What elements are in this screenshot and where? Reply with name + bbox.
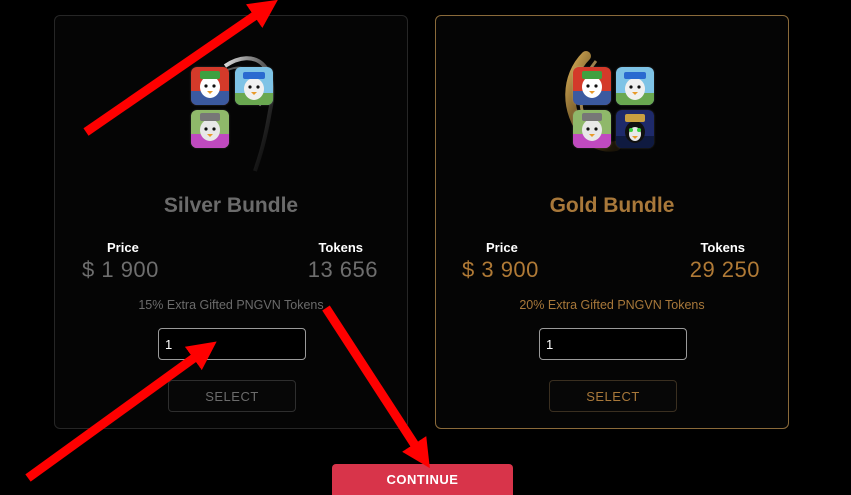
bundle-selection-page: Silver Bundle Price Tokens $ 1 900 13 65…	[0, 0, 851, 495]
gold-bundle-card[interactable]: Gold Bundle Price Tokens $ 3 900 29 250 …	[435, 15, 789, 429]
price-value: $ 1 900	[82, 257, 159, 282]
silver-swirl-icon	[214, 56, 275, 172]
gold-quantity-input[interactable]	[539, 328, 687, 360]
tokens-value: 13 656	[307, 257, 378, 282]
nft-avatar-icon	[616, 110, 654, 148]
silver-bundle-card[interactable]: Silver Bundle Price Tokens $ 1 900 13 65…	[54, 15, 408, 429]
bundle-title: Gold Bundle	[549, 194, 675, 217]
tokens-label: Tokens	[700, 240, 745, 255]
gold-swirl-icon	[565, 51, 621, 152]
nft-avatar-icon	[573, 110, 611, 148]
tokens-label: Tokens	[318, 240, 363, 255]
price-label: Price	[486, 240, 518, 255]
nft-avatar-icon	[191, 67, 229, 105]
bundle-title: Silver Bundle	[163, 194, 299, 217]
silver-bundle-art	[55, 16, 407, 186]
tokens-value: 29 250	[689, 257, 760, 282]
nft-avatar-icon	[235, 67, 273, 105]
nft-avatar-icon	[191, 110, 229, 148]
extra-tokens-text: 20% Extra Gifted PNGVN Tokens	[519, 298, 705, 312]
price-value: $ 3 900	[462, 257, 539, 282]
nft-avatar-icon	[616, 67, 654, 105]
gold-bundle-art	[436, 16, 788, 186]
extra-tokens-text: 15% Extra Gifted PNGVN Tokens	[138, 298, 324, 312]
silver-quantity-input[interactable]	[158, 328, 306, 360]
price-label: Price	[107, 240, 139, 255]
continue-button[interactable]: CONTINUE	[332, 464, 513, 495]
nft-avatar-icon	[573, 67, 611, 105]
gold-select-button[interactable]: SELECT	[549, 380, 677, 412]
silver-select-button[interactable]: SELECT	[168, 380, 296, 412]
